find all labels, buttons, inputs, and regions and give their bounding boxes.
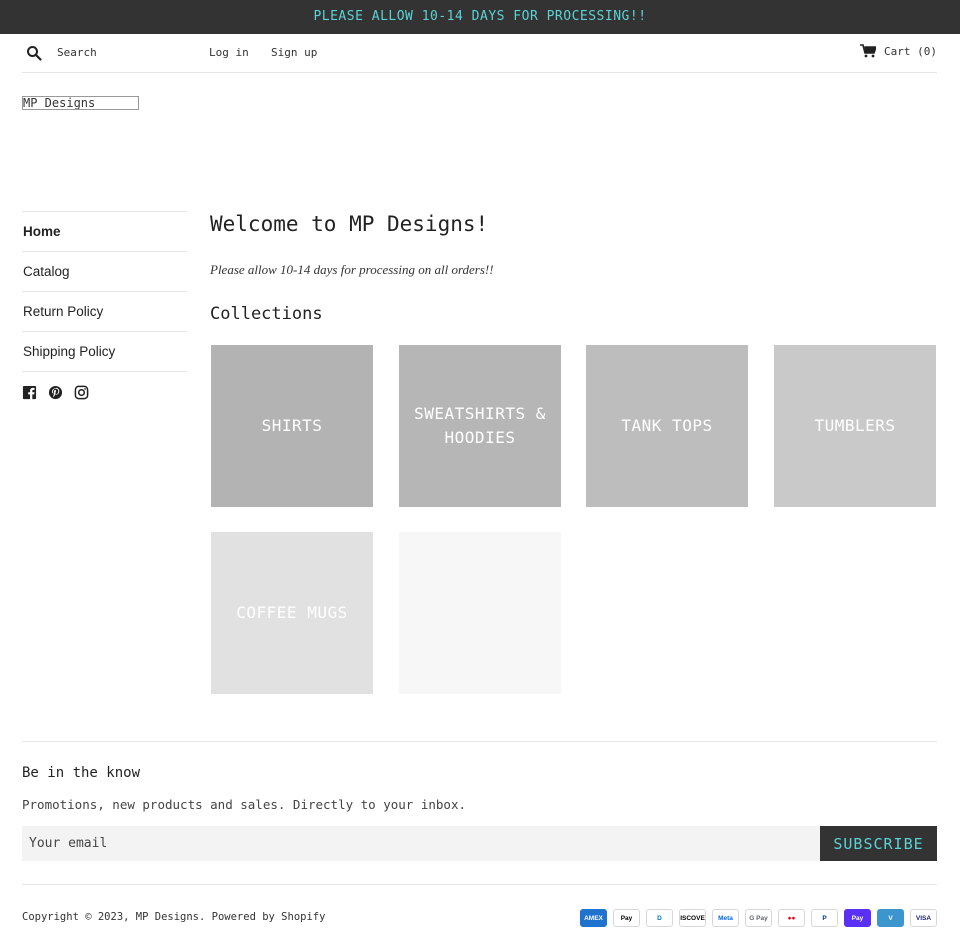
payment-icon: D [646,909,673,927]
payment-icon: VISA [910,909,937,927]
page-title: Welcome to MP Designs! [210,212,489,236]
cart-link[interactable]: Cart (0) [860,44,937,58]
email-input[interactable] [22,826,820,861]
payment-icons: AMEX Pay D DISCOVER Meta G Pay ●● P Pay V VISA [580,909,937,927]
sidebar-item-return-policy[interactable]: Return Policy [22,292,187,332]
collection-label: TUMBLERS [814,416,896,435]
collection-label: TANK TOPS [621,416,713,435]
collection-label: COFFEE MUGS [236,603,348,622]
processing-note: Please allow 10-14 days for processing o… [210,262,494,277]
collection-tile[interactable]: COFFEE MUGS [211,532,373,694]
search-input[interactable] [57,41,197,63]
cart-label: Cart (0) [884,44,937,58]
payment-icon: G Pay [745,909,772,927]
sidebar-item-shipping-policy[interactable]: Shipping Policy [22,332,187,372]
footer-divider [22,741,937,742]
sidebar-item-home[interactable]: Home [22,212,187,252]
newsletter-subtitle: Promotions, new products and sales. Dire… [22,797,467,812]
announcement-bar: PLEASE ALLOW 10-14 DAYS FOR PROCESSING!! [0,0,960,34]
collection-label: SWEATSHIRTS & HOODIES [414,404,546,447]
social-links [22,385,89,400]
cart-icon [860,44,877,58]
collection-tile[interactable]: TUMBLERS [774,345,936,507]
search-icon[interactable] [26,45,42,61]
collection-label: SHIRTS [261,416,323,435]
pinterest-icon[interactable] [48,385,63,400]
copyright-text: Copyright © 2023, MP Designs. Powered by… [22,911,326,923]
payment-icon: ●● [778,909,805,927]
collection-tile[interactable]: TANK TOPS [586,345,748,507]
facebook-icon[interactable] [22,385,37,400]
payment-icon: AMEX [580,909,607,927]
collection-tile[interactable]: SHIRTS [211,345,373,507]
sidebar-item-catalog[interactable]: Catalog [22,252,187,292]
newsletter-title: Be in the know [22,765,141,781]
collection-tile[interactable]: SWEATSHIRTS & HOODIES [399,345,561,507]
payment-icon: DISCOVER [679,909,706,927]
site-logo[interactable]: MP Designs [22,96,139,110]
instagram-icon[interactable] [74,385,89,400]
footer-divider-bottom [22,884,937,885]
payment-icon: Meta [712,909,739,927]
collections-heading: Collections [210,304,323,324]
payment-icon: Pay [844,909,871,927]
payment-icon: V [877,909,904,927]
collection-tile[interactable] [399,532,561,694]
signup-link[interactable]: Sign up [271,46,317,59]
payment-icon: Pay [613,909,640,927]
login-link[interactable]: Log in [209,46,249,59]
payment-icon: P [811,909,838,927]
sidebar-nav: Home Catalog Return Policy Shipping Policy [22,211,187,372]
subscribe-button[interactable]: SUBSCRIBE [820,826,937,861]
top-bar: Log in Sign up Cart (0) [22,34,937,73]
